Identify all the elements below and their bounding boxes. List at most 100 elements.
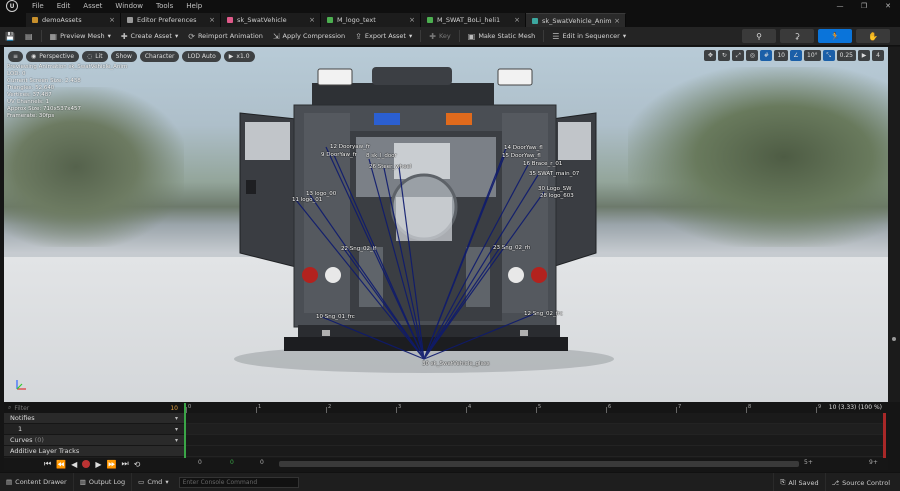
perspective-button[interactable]: ◉ Perspective	[26, 50, 80, 62]
maximize-icon[interactable]: ❐	[852, 0, 876, 12]
transform-move-button[interactable]: ✥	[704, 50, 717, 61]
end-range-marker[interactable]	[883, 413, 886, 458]
menu-window[interactable]: Window	[115, 2, 143, 10]
record-icon[interactable]	[82, 460, 91, 468]
additive-lane[interactable]	[184, 446, 886, 457]
notifies-lane[interactable]	[184, 413, 886, 424]
close-icon[interactable]: ×	[209, 16, 215, 24]
all-saved-button[interactable]: ⎘ All Saved	[773, 473, 826, 491]
content-drawer-button[interactable]: ▤ Content Drawer	[0, 472, 74, 491]
viewport[interactable]: 12 Dooryaw_fr 9 DoorYaw_fr 8 sk_l_door 2…	[4, 47, 888, 402]
angle-snap-value[interactable]: 10°	[804, 50, 821, 61]
skeleton-mode-button[interactable]: ⚲	[742, 29, 776, 43]
playback-speed-button[interactable]: ▶ x1.0	[223, 50, 255, 62]
apply-compression-button[interactable]: ⇲ Apply Compression	[268, 29, 350, 44]
timeline-area[interactable]: 0 1 2 3 4 5 6 7 8 9 10 (3.33) (100 %)	[184, 403, 886, 458]
scale-snap-value[interactable]: 0.25	[836, 50, 856, 61]
skip-to-start-icon[interactable]: ⏮	[44, 459, 51, 469]
output-log-button[interactable]: ▥ Output Log	[74, 472, 133, 491]
create-asset-button[interactable]: ✚ Create Asset ▾	[116, 29, 183, 44]
grid-snap-value[interactable]: 10	[774, 50, 788, 61]
view-start: 0	[260, 459, 264, 466]
step-forward-icon[interactable]: ⏩	[106, 460, 116, 469]
step-back-icon[interactable]: ⏪	[56, 460, 66, 469]
notify-track-1[interactable]: 1 ▾	[4, 424, 184, 435]
tab-sk-swat-vehicle-anim[interactable]: sk_SwatVehicle_Anim ×	[526, 13, 626, 27]
show-button[interactable]: Show	[110, 50, 137, 62]
chevron-down-icon[interactable]: ▾	[175, 415, 178, 422]
timeline-ruler[interactable]: 0 1 2 3 4 5 6 7 8 9 10 (3.33) (100 %)	[184, 403, 886, 413]
bone-label: 8 sk_l_door	[366, 153, 397, 159]
tab-sk-swat-vehicle[interactable]: sk_SwatVehicle ×	[221, 13, 321, 27]
close-icon[interactable]: ×	[514, 16, 520, 24]
track-filter[interactable]: ⌕ Filter 10	[4, 403, 184, 413]
tab-demo-assets[interactable]: demoAssets ×	[26, 13, 121, 27]
loop-icon[interactable]: ⟲	[134, 460, 141, 469]
preview-mesh-button[interactable]: ▦ Preview Mesh ▾	[45, 29, 116, 44]
search-icon: ⌕	[8, 404, 12, 411]
world-local-button[interactable]: ◎	[746, 50, 759, 61]
close-icon[interactable]: ×	[109, 16, 115, 24]
tab-editor-preferences[interactable]: Editor Preferences ×	[121, 13, 221, 27]
key-button[interactable]: ✚ Key	[424, 29, 456, 44]
minimize-icon[interactable]: —	[828, 0, 852, 12]
mesh-mode-button[interactable]: ⚳	[780, 29, 814, 43]
character-button[interactable]: Character	[139, 50, 180, 62]
lit-button[interactable]: ◌ Lit	[82, 50, 108, 62]
viewport-menu-button[interactable]: ≡	[8, 50, 24, 62]
tab-m-swat-boli[interactable]: M_SWAT_BoLi_heli1 ×	[421, 13, 526, 27]
frame-count: 10	[170, 404, 178, 412]
animation-mode-button[interactable]: 🏃	[818, 29, 852, 43]
menu-file[interactable]: File	[32, 2, 44, 10]
notify-lane-1[interactable]	[184, 424, 886, 435]
additive-layer-tracks[interactable]: Additive Layer Tracks	[4, 446, 184, 457]
lod-button[interactable]: LOD Auto	[182, 50, 221, 62]
sequencer-icon: ☰	[552, 31, 560, 41]
close-icon[interactable]: ×	[309, 16, 315, 24]
menu-tools[interactable]: Tools	[156, 2, 173, 10]
close-icon[interactable]: ×	[614, 17, 620, 25]
menu-asset[interactable]: Asset	[83, 2, 102, 10]
curves-lane[interactable]	[184, 435, 886, 446]
reimport-animation-button[interactable]: ⟳ Reimport Animation	[183, 29, 268, 44]
make-static-mesh-button[interactable]: ▣ Make Static Mesh	[463, 29, 541, 44]
unreal-logo-icon[interactable]: U	[6, 0, 18, 12]
tab-m-logo-text[interactable]: M_logo_text ×	[321, 13, 421, 27]
browse-button[interactable]: ▤	[20, 29, 38, 44]
console-input[interactable]: Enter Console Command	[178, 476, 299, 488]
edit-in-sequencer-label: Edit in Sequencer	[562, 32, 620, 40]
source-control-button[interactable]: ⎇ Source Control	[826, 473, 896, 491]
edit-in-sequencer-button[interactable]: ☰ Edit in Sequencer ▾	[547, 29, 631, 44]
saved-icon: ⎘	[780, 478, 786, 486]
transform-scale-button[interactable]: ⤢	[732, 50, 745, 61]
cmd-button[interactable]: ▭ Cmd ▾	[132, 473, 174, 491]
notifies-label: Notifies	[10, 414, 35, 422]
menu-edit[interactable]: Edit	[57, 2, 71, 10]
curves-track[interactable]: Curves (0) ▾	[4, 435, 184, 446]
animation-icon	[532, 17, 538, 24]
grid-snap-button[interactable]: #	[760, 50, 773, 61]
playhead[interactable]	[184, 403, 186, 458]
chevron-down-icon[interactable]: ▾	[175, 437, 178, 444]
camera-speed-button[interactable]: ▶	[858, 50, 870, 61]
play-reverse-icon[interactable]: ◀	[71, 460, 77, 469]
status-right: ⎘ All Saved ⎇ Source Control	[773, 473, 896, 491]
skip-to-end-icon[interactable]: ⏭	[121, 459, 128, 469]
notifies-track[interactable]: Notifies ▾	[4, 413, 184, 424]
save-button[interactable]: 💾	[0, 29, 20, 44]
close-icon[interactable]: ×	[409, 16, 415, 24]
menu-help[interactable]: Help	[186, 2, 202, 10]
export-asset-button[interactable]: ⇪ Export Asset ▾	[350, 29, 417, 44]
timeline-scrollbar[interactable]	[279, 461, 799, 467]
transform-rotate-button[interactable]: ↻	[718, 50, 731, 61]
physics-mode-button[interactable]: ✋	[856, 29, 890, 43]
panel-toggle-icon[interactable]	[892, 337, 896, 341]
angle-snap-button[interactable]: ∠	[790, 50, 802, 61]
close-window-icon[interactable]: ✕	[876, 0, 900, 12]
scale-snap-button[interactable]: ⤡	[822, 50, 835, 61]
ruler-tick-label: 8	[748, 404, 752, 410]
camera-speed-value[interactable]: 4	[872, 50, 884, 61]
chevron-down-icon[interactable]: ▾	[175, 426, 178, 433]
bone-label: 12 Sng_02_frc	[524, 311, 563, 317]
play-icon[interactable]: ▶	[95, 460, 101, 469]
